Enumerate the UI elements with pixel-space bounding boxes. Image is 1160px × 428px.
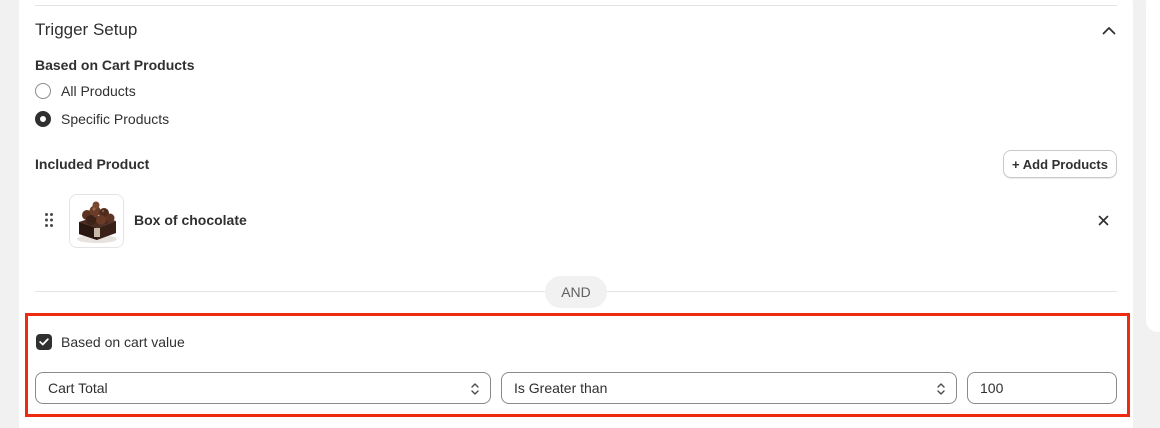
side-card-edge xyxy=(1146,0,1160,332)
checkbox-checked-icon[interactable] xyxy=(36,334,52,350)
amount-input[interactable] xyxy=(967,372,1117,404)
drag-handle-icon[interactable] xyxy=(44,212,54,228)
select-arrows-icon xyxy=(470,381,480,397)
chocolate-box-image xyxy=(70,195,123,247)
top-divider xyxy=(35,5,1117,6)
close-icon[interactable] xyxy=(1095,212,1111,228)
radio-specific-products[interactable]: Specific Products xyxy=(35,111,169,127)
radio-label: Specific Products xyxy=(61,111,170,127)
radio-label: All Products xyxy=(61,83,136,99)
select-value: Is Greater than xyxy=(514,380,608,396)
checkbox-label: Based on cart value xyxy=(61,334,185,350)
and-separator: AND xyxy=(545,276,607,308)
operator-select[interactable]: Is Greater than xyxy=(501,372,957,404)
chevron-up-icon[interactable] xyxy=(1100,23,1118,37)
product-name: Box of chocolate xyxy=(134,212,247,228)
radio-unselected-icon[interactable] xyxy=(35,83,51,99)
included-product-label: Included Product xyxy=(35,156,150,172)
add-products-button[interactable]: + Add Products xyxy=(1003,150,1117,178)
radio-all-products[interactable]: All Products xyxy=(35,83,136,99)
product-thumbnail xyxy=(69,194,124,248)
section-title: Trigger Setup xyxy=(35,20,138,39)
cart-field-select[interactable]: Cart Total xyxy=(35,372,491,404)
cart-value-checkbox[interactable]: Based on cart value xyxy=(36,334,185,350)
select-arrows-icon xyxy=(936,381,946,397)
select-value: Cart Total xyxy=(48,380,108,396)
radio-selected-icon[interactable] xyxy=(35,111,51,127)
cart-products-label: Based on Cart Products xyxy=(35,57,195,73)
